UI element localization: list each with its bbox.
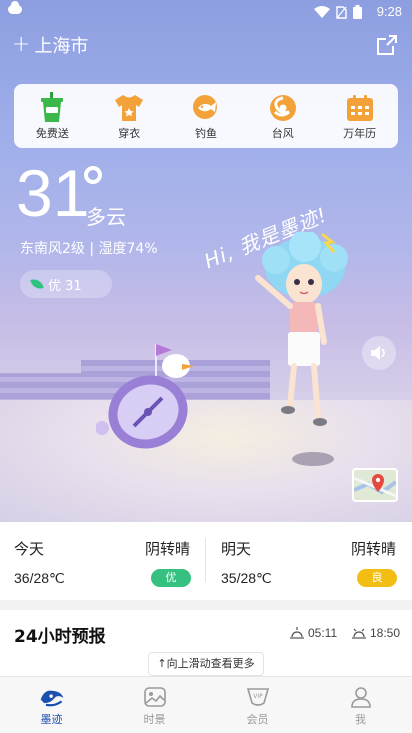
wind-humidity: 东南风2级 | 湿度74% bbox=[20, 241, 158, 257]
weather-notification-icon bbox=[8, 1, 22, 14]
moji-logo-icon bbox=[40, 690, 63, 707]
user-icon bbox=[350, 687, 371, 708]
service-label: 万年历 bbox=[343, 126, 377, 140]
service-typhoon[interactable]: 台风 bbox=[253, 92, 313, 141]
service-label: 穿衣 bbox=[118, 126, 141, 140]
weather-hero: 9:28 + 上海市 免费送 穿衣 钓鱼 台风 万年历 31 多云 东南风2级 … bbox=[0, 0, 412, 522]
air-quality-badge: 良 bbox=[357, 569, 397, 587]
service-label: 台风 bbox=[271, 126, 294, 140]
forecast-day: 今天 bbox=[14, 540, 45, 558]
nav-moji[interactable]: 墨迹 bbox=[0, 677, 103, 733]
hourly-title: 24小时预报 bbox=[14, 627, 106, 647]
forecast-condition: 阴转晴 bbox=[351, 540, 397, 558]
tshirt-icon bbox=[115, 94, 144, 121]
current-temperature: 31 bbox=[16, 156, 90, 230]
sunset-time: 18:50 bbox=[370, 626, 401, 640]
forecast-tomorrow[interactable]: 明天 阴转晴 35/28℃ 良 bbox=[206, 522, 412, 600]
fish-icon bbox=[192, 94, 217, 119]
nav-label: 会员 bbox=[246, 713, 269, 726]
status-bar: 9:28 bbox=[0, 0, 412, 26]
two-day-forecast: 今天 阴转晴 36/28℃ 优 明天 阴转晴 35/28℃ 良 bbox=[0, 522, 412, 600]
compass-illustration bbox=[96, 344, 194, 449]
forecast-temp-range: 36/28℃ bbox=[14, 570, 65, 586]
air-quality-badge: 优 bbox=[151, 569, 191, 587]
nav-label: 时景 bbox=[143, 713, 166, 726]
share-icon[interactable] bbox=[376, 34, 398, 56]
voice-broadcast-button[interactable] bbox=[362, 336, 396, 370]
service-clothing[interactable]: 穿衣 bbox=[99, 92, 159, 141]
nav-scenery[interactable]: 时景 bbox=[103, 677, 206, 733]
top-bar: + 上海市 bbox=[0, 30, 412, 62]
nav-label: 墨迹 bbox=[40, 713, 63, 726]
svg-text:VIP: VIP bbox=[253, 693, 263, 700]
map-pin-icon bbox=[354, 470, 396, 500]
service-free-gift[interactable]: 免费送 bbox=[22, 91, 82, 141]
service-shortcuts: 免费送 穿衣 钓鱼 台风 万年历 bbox=[14, 84, 398, 148]
typhoon-icon bbox=[269, 94, 296, 121]
service-fishing[interactable]: 钓鱼 bbox=[176, 92, 236, 141]
sunset: 18:50 bbox=[352, 626, 400, 640]
forecast-day: 明天 bbox=[221, 540, 252, 558]
bottom-nav: 墨迹 时景 VIP 会员 我 bbox=[0, 676, 412, 733]
current-condition: 多云 bbox=[86, 205, 126, 229]
character-illustration bbox=[255, 232, 348, 426]
service-label: 免费送 bbox=[35, 126, 69, 140]
weather-map-button[interactable] bbox=[352, 468, 398, 502]
forecast-condition: 阴转晴 bbox=[145, 540, 191, 558]
nav-label: 我 bbox=[355, 713, 366, 726]
sunrise: 05:11 bbox=[290, 626, 337, 640]
sunrise-time: 05:11 bbox=[308, 626, 338, 640]
calendar-icon bbox=[346, 94, 373, 121]
scroll-hint: ↑向上滑动查看更多 bbox=[148, 652, 264, 676]
forecast-temp-range: 35/28℃ bbox=[221, 570, 272, 586]
degree-symbol bbox=[84, 166, 102, 184]
service-calendar[interactable]: 万年历 bbox=[330, 92, 390, 141]
wifi-icon bbox=[314, 6, 330, 18]
aqi-button[interactable]: 优 31 bbox=[20, 270, 112, 298]
leaf-icon bbox=[30, 276, 44, 292]
plus-icon: + bbox=[12, 32, 31, 57]
clock: 9:28 bbox=[376, 4, 402, 19]
sunrise-icon bbox=[290, 627, 304, 639]
no-sim-icon bbox=[336, 5, 347, 19]
service-label: 钓鱼 bbox=[194, 126, 217, 140]
photo-icon bbox=[143, 687, 166, 707]
forecast-today[interactable]: 今天 阴转晴 36/28℃ 优 bbox=[0, 522, 205, 600]
speaker-icon bbox=[371, 346, 385, 360]
cup-gift-icon bbox=[41, 91, 64, 122]
battery-icon bbox=[353, 5, 362, 19]
add-city-button[interactable]: + 上海市 bbox=[12, 32, 88, 58]
character-shadow bbox=[292, 452, 334, 466]
sunset-icon bbox=[352, 628, 366, 639]
nav-me[interactable]: 我 bbox=[309, 677, 412, 733]
nav-membership[interactable]: VIP 会员 bbox=[206, 677, 309, 733]
aqi-value: 优 31 bbox=[48, 278, 82, 294]
city-name: 上海市 bbox=[34, 36, 89, 57]
vip-icon: VIP bbox=[246, 688, 269, 706]
